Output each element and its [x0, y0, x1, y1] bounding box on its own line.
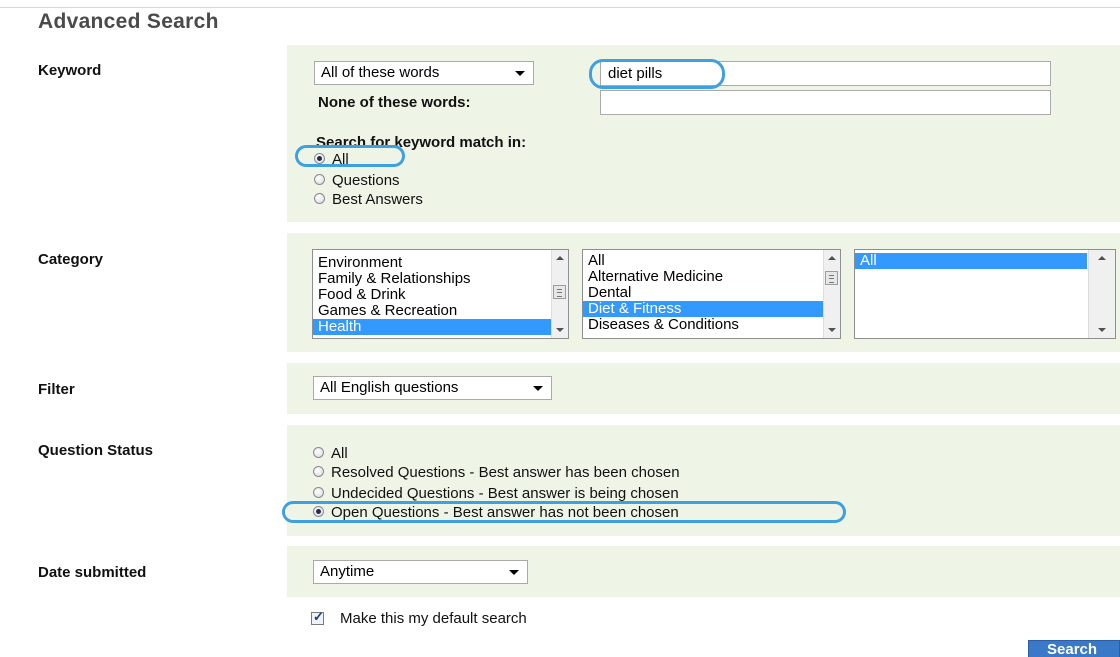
scrollbar[interactable]	[551, 250, 568, 338]
status-resolved-radio[interactable]: Resolved Questions - Best answer has bee…	[313, 464, 680, 481]
list-item-selected[interactable]: All	[855, 253, 1087, 269]
none-words-input[interactable]	[600, 90, 1051, 115]
all-words-input[interactable]: diet pills	[600, 61, 1051, 86]
date-submitted-panel: Anytime	[287, 546, 1120, 597]
radio-icon	[314, 173, 325, 185]
default-search-checkbox[interactable]: ✓	[311, 609, 324, 625]
filter-select[interactable]: All English questions	[313, 376, 552, 400]
filter-value: All English questions	[320, 379, 459, 396]
match-in-label: Search for keyword match in:	[316, 134, 527, 151]
status-open-radio[interactable]: Open Questions - Best answer has not bee…	[313, 504, 679, 521]
status-undecided-label: Undecided Questions - Best answer is bei…	[331, 485, 679, 502]
category-list-secondary[interactable]: All Alternative Medicine Dental Diet & F…	[582, 249, 841, 339]
scroll-up-icon	[828, 256, 836, 260]
radio-checked-icon	[314, 152, 325, 164]
category-list-tertiary[interactable]: All	[854, 249, 1116, 339]
keyword-match-mode-value: All of these words	[321, 64, 440, 81]
status-all-radio[interactable]: All	[313, 445, 348, 462]
filter-panel: All English questions	[287, 363, 1120, 414]
checkmark-icon: ✓	[313, 609, 324, 624]
none-words-label: None of these words:	[318, 94, 471, 111]
status-resolved-label: Resolved Questions - Best answer has bee…	[331, 464, 680, 481]
category-list-primary[interactable]: Environment Family & Relationships Food …	[312, 249, 569, 339]
list-item[interactable]: Dental	[583, 285, 840, 301]
match-in-best-answers-label: Best Answers	[332, 191, 423, 208]
radio-icon	[313, 486, 324, 498]
match-in-all-radio[interactable]: All	[314, 151, 349, 168]
match-in-questions-label: Questions	[332, 172, 400, 189]
list-item[interactable]: Games & Recreation	[313, 303, 568, 319]
scroll-up-icon	[1098, 256, 1106, 260]
search-button[interactable]: Search	[1028, 640, 1120, 657]
chevron-down-icon	[515, 71, 525, 76]
scroll-down-icon	[556, 328, 564, 332]
match-in-all-label: All	[332, 151, 349, 168]
page-title: Advanced Search	[38, 10, 219, 33]
question-status-panel: All Resolved Questions - Best answer has…	[287, 425, 1120, 536]
keyword-panel: All of these words diet pills None of th…	[287, 45, 1120, 222]
radio-icon	[314, 192, 325, 204]
top-divider	[0, 7, 1120, 8]
match-in-questions-radio[interactable]: Questions	[314, 172, 400, 189]
list-item[interactable]: Family & Relationships	[313, 271, 568, 287]
default-search-label: Make this my default search	[340, 610, 527, 627]
radio-icon	[313, 446, 324, 458]
radio-icon	[313, 465, 324, 477]
category-list-secondary-items: All Alternative Medicine Dental Diet & F…	[583, 250, 840, 333]
scrollbar[interactable]	[1088, 250, 1115, 338]
list-item-selected[interactable]: Diet & Fitness	[583, 301, 823, 317]
date-submitted-value: Anytime	[320, 563, 375, 580]
status-all-label: All	[331, 445, 348, 462]
scroll-up-icon	[556, 256, 564, 260]
list-item[interactable]: All	[583, 253, 840, 269]
scroll-thumb[interactable]	[553, 285, 566, 299]
filter-label: Filter	[38, 381, 75, 398]
category-panel: Environment Family & Relationships Food …	[287, 233, 1120, 352]
match-in-best-answers-radio[interactable]: Best Answers	[314, 191, 423, 208]
list-item-selected[interactable]: Health	[313, 319, 551, 335]
question-status-label: Question Status	[38, 442, 154, 459]
category-label: Category	[38, 251, 104, 268]
scroll-thumb[interactable]	[825, 271, 838, 285]
radio-checked-icon	[313, 505, 324, 517]
date-submitted-label: Date submitted	[38, 564, 147, 581]
category-list-tertiary-items: All	[855, 250, 1115, 269]
list-item[interactable]: Food & Drink	[313, 287, 568, 303]
scrollbar[interactable]	[823, 250, 840, 338]
scroll-down-icon	[1098, 328, 1106, 332]
list-item[interactable]: Environment	[313, 255, 568, 271]
keyword-match-mode-select[interactable]: All of these words	[314, 61, 534, 85]
status-open-label: Open Questions - Best answer has not bee…	[331, 504, 679, 521]
scroll-down-icon	[828, 328, 836, 332]
chevron-down-icon	[509, 570, 519, 575]
list-item[interactable]: Diseases & Conditions	[583, 317, 840, 333]
category-list-primary-items: Environment Family & Relationships Food …	[313, 250, 568, 335]
list-item[interactable]: Alternative Medicine	[583, 269, 840, 285]
status-undecided-radio[interactable]: Undecided Questions - Best answer is bei…	[313, 485, 679, 502]
keyword-label: Keyword	[38, 62, 102, 79]
chevron-down-icon	[533, 386, 543, 391]
date-submitted-select[interactable]: Anytime	[313, 560, 528, 584]
